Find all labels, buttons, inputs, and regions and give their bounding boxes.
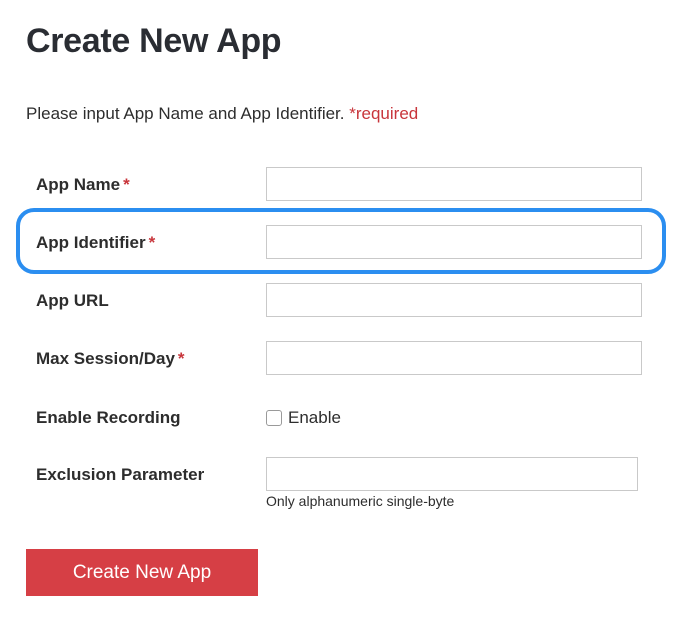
create-new-app-button[interactable]: Create New App bbox=[26, 549, 258, 596]
app-name-input[interactable] bbox=[266, 167, 642, 201]
app-url-label: App URL bbox=[36, 291, 109, 311]
exclusion-parameter-input[interactable] bbox=[266, 457, 638, 491]
max-session-input[interactable] bbox=[266, 341, 642, 375]
exclusion-parameter-row: Exclusion Parameter bbox=[36, 457, 646, 493]
app-identifier-row: App Identifier * bbox=[36, 225, 646, 261]
page-title: Create New App bbox=[26, 22, 282, 60]
app-url-input[interactable] bbox=[266, 283, 642, 317]
required-star: * bbox=[148, 233, 156, 252]
intro-message: Please input App Name and App Identifier… bbox=[26, 104, 350, 123]
required-note: *required bbox=[349, 104, 419, 123]
enable-recording-checkbox[interactable] bbox=[266, 410, 282, 426]
app-url-label-text: App URL bbox=[36, 291, 109, 310]
exclusion-parameter-label: Exclusion Parameter bbox=[36, 465, 204, 485]
app-identifier-label-text: App Identifier bbox=[36, 233, 146, 252]
enable-recording-toggle[interactable]: Enable bbox=[266, 408, 341, 428]
app-url-row: App URL bbox=[36, 283, 646, 319]
intro-text: Please input App Name and App Identifier… bbox=[26, 104, 418, 124]
exclusion-parameter-label-text: Exclusion Parameter bbox=[36, 465, 205, 484]
max-session-row: Max Session/Day * bbox=[36, 341, 646, 377]
app-name-label-text: App Name bbox=[36, 175, 121, 194]
app-identifier-label: App Identifier * bbox=[36, 233, 155, 253]
exclusion-parameter-hint: Only alphanumeric single-byte bbox=[266, 493, 455, 509]
max-session-label-text: Max Session/Day bbox=[36, 349, 175, 368]
enable-recording-row: Enable Recording Enable bbox=[36, 400, 646, 436]
max-session-label: Max Session/Day * bbox=[36, 349, 185, 369]
app-name-label: App Name * bbox=[36, 175, 130, 195]
enable-checkbox-label[interactable]: Enable bbox=[288, 408, 341, 428]
required-star: * bbox=[177, 349, 185, 368]
required-star: * bbox=[123, 175, 130, 194]
app-identifier-input[interactable] bbox=[266, 225, 642, 259]
enable-recording-label: Enable Recording bbox=[36, 408, 181, 428]
enable-recording-label-text: Enable Recording bbox=[36, 408, 181, 427]
app-name-row: App Name * bbox=[36, 167, 646, 203]
